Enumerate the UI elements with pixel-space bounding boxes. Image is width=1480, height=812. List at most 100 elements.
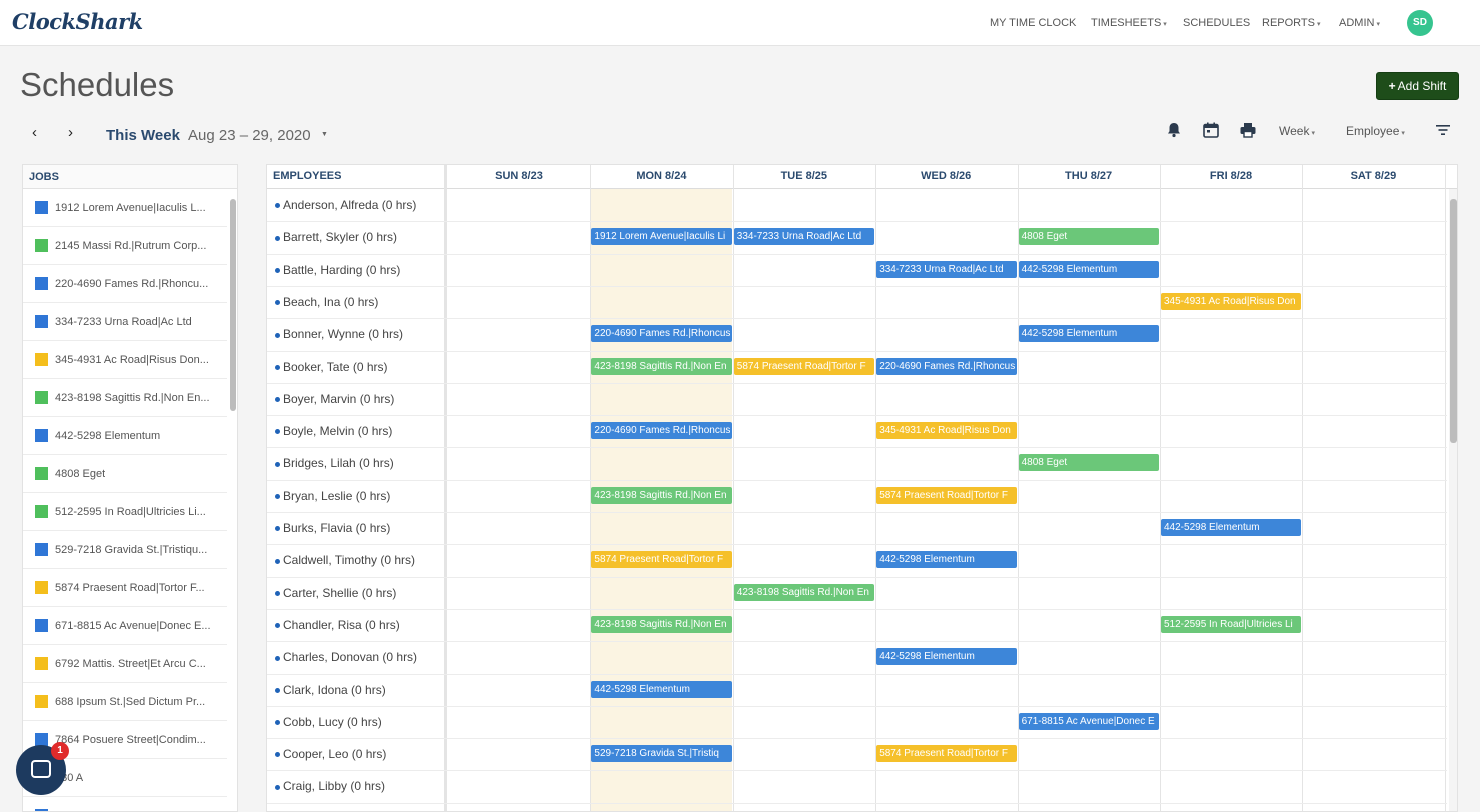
print-icon[interactable] xyxy=(1239,121,1257,139)
employee-name: Barrett, Skyler (0 hrs) xyxy=(283,230,398,245)
shift-block[interactable]: 529-7218 Gravida St.|Tristiq xyxy=(591,745,732,763)
shift-block[interactable]: 334-7233 Urna Road|Ac Ltd xyxy=(876,260,1017,278)
day-header[interactable]: FRI 8/28 xyxy=(1160,170,1302,182)
chevron-down-icon: ▾ xyxy=(1311,130,1315,137)
employee-row-label[interactable]: Cooper, Leo (0 hrs) xyxy=(275,747,445,761)
nav-reports[interactable]: REPORTS ▾ xyxy=(1262,17,1321,29)
day-header[interactable]: MON 8/24 xyxy=(590,170,732,182)
job-item[interactable]: 442-5298 Elementum xyxy=(23,417,227,455)
calendar-icon[interactable] xyxy=(1202,121,1220,139)
nav-admin[interactable]: ADMIN ▾ xyxy=(1339,17,1380,29)
job-item[interactable]: 345-4931 Ac Road|Risus Don... xyxy=(23,341,227,379)
shift-block[interactable]: 5874 Praesent Road|Tortor F xyxy=(591,551,732,569)
job-item[interactable]: 2145 Massi Rd.|Rutrum Corp... xyxy=(23,227,227,265)
employee-row-label[interactable]: Barrett, Skyler (0 hrs) xyxy=(275,230,445,244)
shift-block[interactable]: 4808 Eget xyxy=(1018,228,1159,246)
add-shift-button[interactable]: + Add Shift xyxy=(1376,72,1459,100)
shift-block[interactable]: 671-8815 Ac Avenue|Donec E xyxy=(1018,712,1159,730)
employee-row-label[interactable]: Craig, Libby (0 hrs) xyxy=(275,779,445,793)
shift-block[interactable]: 423-8198 Sagittis Rd.|Non En xyxy=(591,486,732,504)
shift-block[interactable]: 4808 Eget xyxy=(1018,454,1159,472)
job-item[interactable]: 6792 Mattis. Street|Et Arcu C... xyxy=(23,645,227,683)
shift-block[interactable]: 423-8198 Sagittis Rd.|Non En xyxy=(591,357,732,375)
nav-schedules[interactable]: SCHEDULES xyxy=(1183,17,1250,29)
job-item[interactable]: 1912 Lorem Avenue|Iaculis L... xyxy=(23,189,227,227)
day-header[interactable]: SUN 8/23 xyxy=(448,170,590,182)
employee-row-label[interactable]: Caldwell, Timothy (0 hrs) xyxy=(275,553,445,567)
job-item[interactable]: 688 Ipsum St.|Sed Dictum Pr... xyxy=(23,683,227,721)
status-dot-icon xyxy=(275,623,280,629)
job-item[interactable]: 5874 Praesent Road|Tortor F... xyxy=(23,569,227,607)
shift-block[interactable]: 423-8198 Sagittis Rd.|Non En xyxy=(591,615,732,633)
shift-block[interactable]: 5874 Praesent Road|Tortor F xyxy=(733,357,875,375)
group-by-dropdown[interactable]: Employee ▾ xyxy=(1346,124,1405,138)
shift-block[interactable]: 423-8198 Sagittis Rd.|Non En xyxy=(733,583,875,601)
shift-block[interactable]: 442-5298 Elementum xyxy=(591,680,732,698)
employee-row-label[interactable]: Charles, Donovan (0 hrs) xyxy=(275,650,445,664)
prev-week-button[interactable]: ‹ xyxy=(32,124,37,141)
shift-block[interactable]: 5874 Praesent Road|Tortor F xyxy=(876,486,1017,504)
employee-row-label[interactable]: Battle, Harding (0 hrs) xyxy=(275,263,445,277)
job-item[interactable]: 512-2595 In Road|Ultricies Li... xyxy=(23,493,227,531)
employee-row-label[interactable]: Cobb, Lucy (0 hrs) xyxy=(275,715,445,729)
shift-block[interactable]: 220-4690 Fames Rd.|Rhoncus xyxy=(876,357,1017,375)
day-header[interactable]: THU 8/27 xyxy=(1018,170,1160,182)
employee-row-label[interactable]: Booker, Tate (0 hrs) xyxy=(275,360,445,374)
shift-block[interactable]: 442-5298 Elementum xyxy=(876,648,1017,666)
job-color-swatch xyxy=(35,505,48,518)
job-item[interactable]: 423-8198 Sagittis Rd.|Non En... xyxy=(23,379,227,417)
employee-row-label[interactable]: Anderson, Alfreda (0 hrs) xyxy=(275,198,445,212)
app-logo[interactable]: ClockShark xyxy=(12,9,143,34)
employee-name: Carter, Shellie (0 hrs) xyxy=(283,585,397,600)
jobs-scrollbar[interactable] xyxy=(229,191,237,811)
shift-block[interactable]: 442-5298 Elementum xyxy=(1018,260,1159,278)
employee-row-label[interactable]: Clark, Idona (0 hrs) xyxy=(275,683,445,697)
job-item[interactable]: 529-7218 Gravida St.|Tristiqu... xyxy=(23,531,227,569)
shift-block[interactable]: 220-4690 Fames Rd.|Rhoncus xyxy=(591,422,732,440)
week-range[interactable]: Aug 23 – 29, 2020 xyxy=(188,127,311,144)
nav-my-time-clock[interactable]: MY TIME CLOCK xyxy=(990,17,1076,29)
employee-row-label[interactable]: Burks, Flavia (0 hrs) xyxy=(275,521,445,535)
nav-timesheets[interactable]: TIMESHEETS ▾ xyxy=(1091,17,1167,29)
shift-block[interactable]: 220-4690 Fames Rd.|Rhoncus xyxy=(591,325,732,343)
job-item[interactable]: 220-4690 Fames Rd.|Rhoncu... xyxy=(23,265,227,303)
shift-block[interactable]: 442-5298 Elementum xyxy=(876,551,1017,569)
employee-row-label[interactable]: Bonner, Wynne (0 hrs) xyxy=(275,327,445,341)
grid-scrollbar[interactable] xyxy=(1449,189,1457,811)
employee-row-label[interactable]: Bryan, Leslie (0 hrs) xyxy=(275,489,445,503)
employee-row-label[interactable]: Carter, Shellie (0 hrs) xyxy=(275,586,445,600)
view-dropdown[interactable]: Week ▾ xyxy=(1279,124,1315,138)
row-line xyxy=(267,608,1447,610)
day-header[interactable]: WED 8/26 xyxy=(875,170,1017,182)
next-week-button[interactable]: › xyxy=(68,124,73,141)
bell-icon[interactable] xyxy=(1165,121,1183,139)
jobs-scroll-thumb[interactable] xyxy=(230,199,236,411)
shift-block[interactable]: 345-4931 Ac Road|Risus Don xyxy=(1161,292,1302,310)
employee-row-label[interactable]: Beach, Ina (0 hrs) xyxy=(275,295,445,309)
job-item[interactable]: 671-8815 Ac Avenue|Donec E... xyxy=(23,607,227,645)
employee-row-label[interactable]: Boyle, Melvin (0 hrs) xyxy=(275,424,445,438)
filter-icon[interactable] xyxy=(1434,121,1452,139)
employee-row-label[interactable]: Boyer, Marvin (0 hrs) xyxy=(275,392,445,406)
job-label: 529-7218 Gravida St.|Tristiqu... xyxy=(55,543,208,556)
shift-block[interactable]: 5874 Praesent Road|Tortor F xyxy=(876,745,1017,763)
shift-block[interactable]: 442-5298 Elementum xyxy=(1161,519,1302,536)
shift-block[interactable]: 512-2595 In Road|Ultricies Li xyxy=(1161,615,1302,633)
employee-name: Boyle, Melvin (0 hrs) xyxy=(283,424,393,439)
employee-row-label[interactable]: Chandler, Risa (0 hrs) xyxy=(275,618,445,632)
grid-scroll-thumb[interactable] xyxy=(1450,199,1457,443)
employee-row-label[interactable]: Bridges, Lilah (0 hrs) xyxy=(275,456,445,470)
day-header[interactable]: SAT 8/29 xyxy=(1302,170,1444,182)
shift-block[interactable]: 442-5298 Elementum xyxy=(1018,325,1159,343)
shift-block[interactable]: 1912 Lorem Avenue|Iaculis Li xyxy=(591,228,732,246)
shift-block[interactable]: 334-7233 Urna Road|Ac Ltd xyxy=(733,228,875,246)
status-dot-icon xyxy=(275,235,280,241)
user-avatar[interactable]: SD xyxy=(1407,10,1433,36)
job-item[interactable]: 334-7233 Urna Road|Ac Ltd xyxy=(23,303,227,341)
day-header[interactable]: TUE 8/25 xyxy=(733,170,875,182)
chevron-down-icon[interactable]: ▼ xyxy=(321,131,328,138)
week-label[interactable]: This Week xyxy=(106,127,180,144)
job-item[interactable]: 912-8444 Luctus. Street|Nam... xyxy=(23,797,227,811)
job-item[interactable]: 4808 Eget xyxy=(23,455,227,493)
shift-block[interactable]: 345-4931 Ac Road|Risus Don xyxy=(876,422,1017,440)
